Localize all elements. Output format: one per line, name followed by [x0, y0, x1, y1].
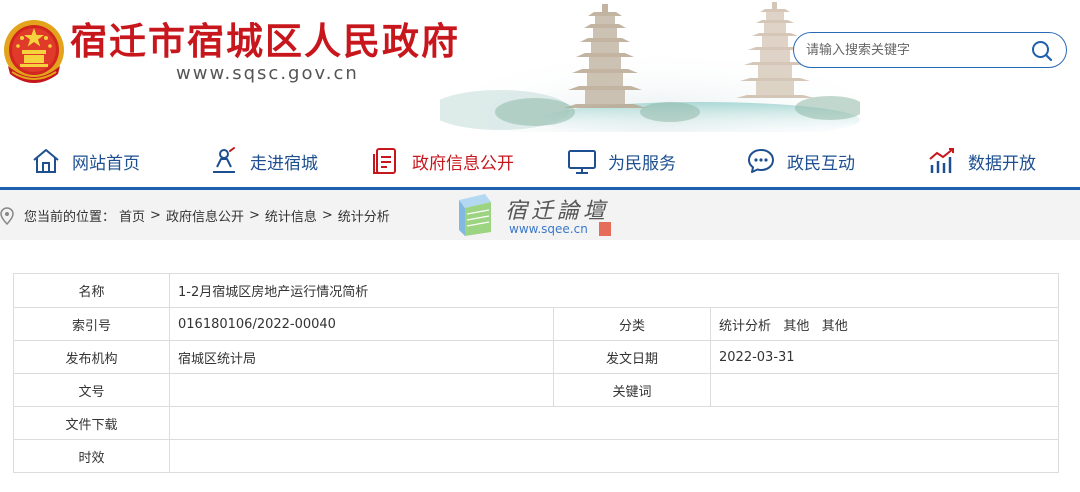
- home-icon: [33, 149, 59, 173]
- category-label: 分类: [553, 307, 711, 341]
- breadcrumb-separator: >: [150, 208, 161, 223]
- table-row: 发布机构 宿城区统计局 发文日期 2022-03-31: [13, 340, 1059, 374]
- nav-label: 为民服务: [608, 153, 676, 174]
- date-label: 发文日期: [553, 340, 711, 374]
- breadcrumb: 您当前的位置： 首页 > 政府信息公开 > 统计信息 > 统计分析: [0, 206, 390, 225]
- nav-item-gov-info[interactable]: 政府信息公开: [370, 144, 514, 178]
- person-icon: [213, 147, 235, 173]
- table-row: 名称 1-2月宿城区房地产运行情况简析: [13, 273, 1059, 308]
- site-domain: www.sqsc.gov.cn: [176, 63, 359, 84]
- national-emblem-logo: [4, 20, 64, 83]
- breadcrumb-analysis[interactable]: 统计分析: [338, 206, 390, 225]
- validity-value: [169, 439, 1059, 473]
- keywords-label: 关键词: [553, 373, 711, 407]
- docno-label: 文号: [13, 373, 170, 407]
- table-row: 文件下载: [13, 406, 1059, 440]
- keywords-value: [710, 373, 1059, 407]
- breadcrumb-home[interactable]: 首页: [119, 206, 145, 225]
- pagoda-scenery-image: [440, 2, 860, 132]
- monitor-icon: [568, 150, 596, 174]
- search-icon[interactable]: [1030, 39, 1054, 63]
- download-label: 文件下载: [13, 406, 170, 440]
- site-title[interactable]: 宿迁市宿城区人民政府: [70, 20, 460, 64]
- breadcrumb-prefix: 您当前的位置：: [24, 210, 116, 225]
- document-icon: [373, 148, 396, 174]
- nav-label: 走进宿城: [250, 153, 318, 174]
- bar-chart-icon: [929, 148, 954, 173]
- nav-label: 数据开放: [968, 153, 1036, 174]
- breadcrumb-separator: >: [321, 208, 333, 223]
- main-nav: 网站首页 走进宿城 政府信息公开 为民服务 政民互动 数据开放: [0, 132, 1080, 189]
- breadcrumb-gov-info[interactable]: 政府信息公开: [166, 206, 244, 225]
- nav-item-home[interactable]: 网站首页: [30, 144, 140, 178]
- index-value: 016180106/2022-00040: [169, 307, 554, 341]
- validity-label: 时效: [13, 439, 170, 473]
- search-box: [793, 32, 1067, 68]
- table-row: 索引号 016180106/2022-00040 分类 统计分析 其他 其他: [13, 307, 1059, 341]
- watermark-title: 宿迁論壇: [505, 199, 610, 224]
- org-value: 宿城区统计局: [169, 340, 554, 374]
- name-value: 1-2月宿城区房地产运行情况简析: [169, 273, 1059, 308]
- org-label: 发布机构: [13, 340, 170, 374]
- breadcrumb-separator: >: [248, 208, 260, 223]
- name-label: 名称: [13, 273, 170, 308]
- docno-value: [169, 373, 554, 407]
- index-label: 索引号: [13, 307, 170, 341]
- nav-item-services[interactable]: 为民服务: [566, 144, 676, 178]
- category-value: 统计分析 其他 其他: [710, 307, 1059, 341]
- nav-item-open-data[interactable]: 数据开放: [926, 144, 1036, 178]
- date-value: 2022-03-31: [710, 340, 1059, 374]
- table-row: 时效: [13, 439, 1059, 473]
- search-input[interactable]: [806, 39, 1026, 61]
- table-row: 文号 关键词: [13, 373, 1059, 407]
- nav-label: 政府信息公开: [412, 153, 514, 174]
- document-info-table: 名称 1-2月宿城区房地产运行情况简析 索引号 016180106/2022-0…: [13, 273, 1059, 473]
- nav-item-interaction[interactable]: 政民互动: [745, 144, 855, 178]
- breadcrumb-statistics[interactable]: 统计信息: [265, 206, 317, 225]
- download-value[interactable]: [169, 406, 1059, 440]
- site-header: 宿迁市宿城区人民政府 www.sqsc.gov.cn: [0, 0, 1080, 132]
- nav-item-about[interactable]: 走进宿城: [208, 144, 318, 178]
- nav-label: 政民互动: [787, 153, 855, 174]
- chat-icon: [748, 149, 774, 173]
- nav-label: 网站首页: [72, 153, 140, 174]
- watermark-url: www.sqee.cn: [509, 222, 588, 236]
- location-pin-icon: [0, 206, 14, 225]
